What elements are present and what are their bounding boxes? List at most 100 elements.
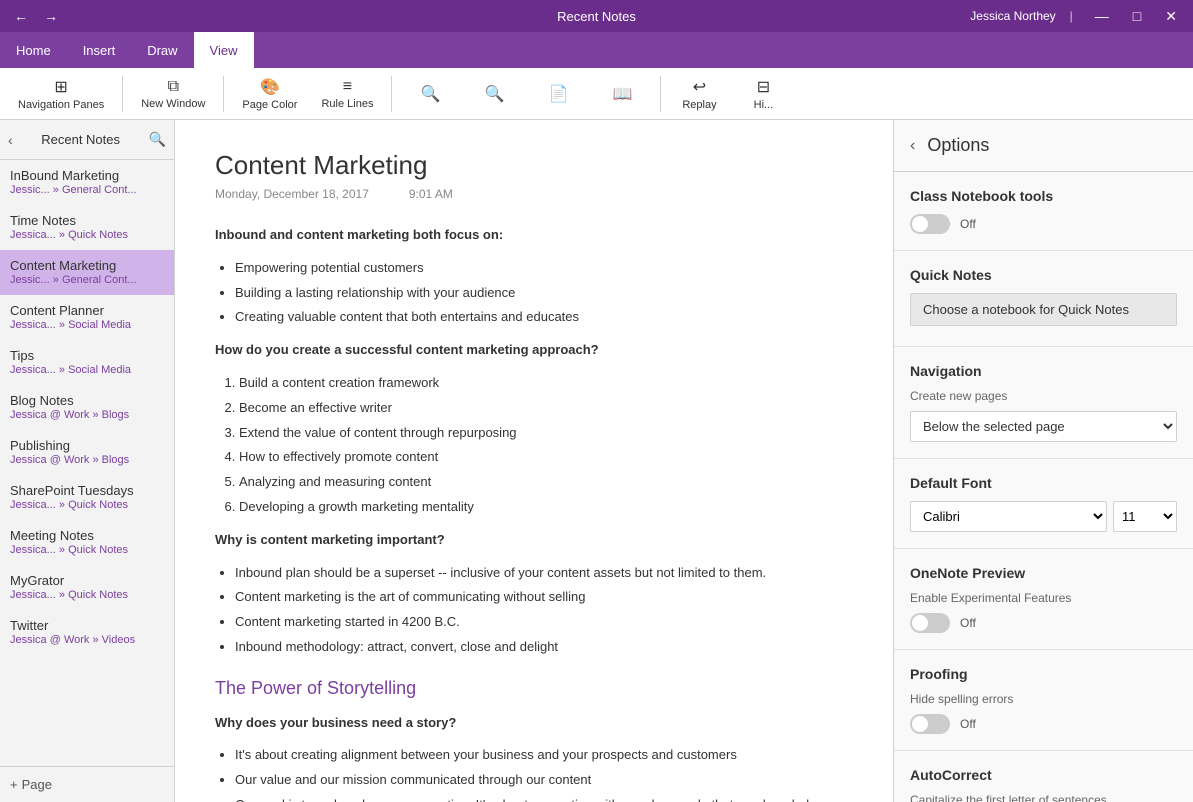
sidebar-item-title: Publishing — [10, 438, 164, 453]
rule-lines-label: Rule Lines — [321, 98, 373, 110]
sidebar-item-publishing[interactable]: Publishing Jessica @ Work » Blogs — [0, 430, 174, 475]
sidebar-item-title: Meeting Notes — [10, 528, 164, 543]
list-item: Become an effective writer — [239, 398, 853, 419]
zoom-in-button[interactable]: 🔍 — [464, 80, 524, 108]
sidebar-item-mygrator[interactable]: MyGrator Jessica... » Quick Notes — [0, 565, 174, 610]
font-row: Calibri Arial Times New Roman Segoe UI 8… — [910, 501, 1177, 532]
add-page-label: Page — [22, 777, 52, 792]
hide-button[interactable]: ⊟ Hi... — [733, 73, 793, 115]
sidebar-back-button[interactable]: ‹ — [8, 132, 13, 148]
page-color-label: Page Color — [242, 99, 297, 111]
options-panel: ‹ Options Class Notebook tools Off Quick… — [893, 120, 1193, 802]
minimize-button[interactable]: — — [1087, 6, 1117, 26]
toolbar-divider-1 — [122, 76, 123, 112]
sidebar-item-meeting-notes[interactable]: Meeting Notes Jessica... » Quick Notes — [0, 520, 174, 565]
default-font-title: Default Font — [910, 475, 1177, 491]
sidebar-item-path: Jessica... » Quick Notes — [10, 499, 164, 511]
note-body: Inbound and content marketing both focus… — [215, 225, 853, 802]
class-notebook-section: Class Notebook tools Off — [894, 172, 1193, 251]
options-back-button[interactable]: ‹ — [910, 137, 915, 155]
navigation-subtitle: Create new pages — [910, 389, 1177, 403]
sidebar-item-blog-notes[interactable]: Blog Notes Jessica @ Work » Blogs — [0, 385, 174, 430]
sidebar-item-path: Jessica... » Social Media — [10, 319, 164, 331]
page-meta: Monday, December 18, 2017 9:01 AM — [215, 187, 853, 201]
sidebar-item-content-planner[interactable]: Content Planner Jessica... » Social Medi… — [0, 295, 174, 340]
font-size-select[interactable]: 8 9 10 11 12 14 16 — [1113, 501, 1177, 532]
hide-label: Hi... — [754, 99, 774, 111]
onenote-preview-toggle-row: Off — [910, 613, 1177, 633]
proofing-toggle[interactable] — [910, 714, 950, 734]
onenote-preview-toggle-label: Off — [960, 616, 976, 630]
nav-panes-label: Navigation Panes — [18, 99, 104, 111]
options-header: ‹ Options — [894, 120, 1193, 172]
reading-view-button[interactable]: 📖 — [592, 80, 652, 108]
proofing-subtitle: Hide spelling errors — [910, 692, 1177, 706]
list-item: Developing a growth marketing mentality — [239, 497, 853, 518]
menu-draw[interactable]: Draw — [131, 32, 193, 68]
nav-panes-icon: ⊞ — [54, 77, 67, 97]
list-item: Our goal is to make a human connection. … — [235, 795, 853, 802]
menu-home[interactable]: Home — [0, 32, 67, 68]
sidebar-item-path: Jessica... » Quick Notes — [10, 589, 164, 601]
question1-bold: How do you create a successful content m… — [215, 342, 599, 357]
sidebar-item-tips[interactable]: Tips Jessica... » Social Media — [0, 340, 174, 385]
list-item: How to effectively promote content — [239, 447, 853, 468]
list-item: Building a lasting relationship with you… — [235, 283, 853, 304]
question-3: Why does your business need a story? — [215, 713, 853, 734]
autocorrect-title: AutoCorrect — [910, 767, 1177, 783]
sidebar-item-path: Jessic... » General Cont... — [10, 184, 164, 196]
toolbar-divider-3 — [391, 76, 392, 112]
sidebar-item-title: SharePoint Tuesdays — [10, 483, 164, 498]
page-color-button[interactable]: 🎨 Page Color — [232, 73, 307, 115]
new-window-button[interactable]: ⧉ New Window — [131, 74, 215, 114]
list-item: Empowering potential customers — [235, 258, 853, 279]
choose-notebook-button[interactable]: Choose a notebook for Quick Notes — [910, 293, 1177, 326]
title-bar: ← → Recent Notes Jessica Northey | — □ ✕ — [0, 0, 1193, 32]
sidebar-item-sharepoint[interactable]: SharePoint Tuesdays Jessica... » Quick N… — [0, 475, 174, 520]
content-area: Content Marketing Monday, December 18, 2… — [175, 120, 893, 802]
font-family-select[interactable]: Calibri Arial Times New Roman Segoe UI — [910, 501, 1107, 532]
hide-icon: ⊟ — [757, 77, 770, 97]
onenote-preview-title: OneNote Preview — [910, 565, 1177, 581]
new-window-icon: ⧉ — [168, 78, 179, 96]
sidebar-item-title: Time Notes — [10, 213, 164, 228]
class-notebook-toggle-row: Off — [910, 214, 1177, 234]
sidebar-search-button[interactable]: 🔍 — [149, 131, 166, 148]
question3-bold: Why does your business need a story? — [215, 715, 456, 730]
intro-bold: Inbound and content marketing both focus… — [215, 227, 503, 242]
title-bar-right: Jessica Northey | — □ ✕ — [970, 6, 1185, 27]
sidebar-item-path: Jessica... » Social Media — [10, 364, 164, 376]
sidebar-item-path: Jessica @ Work » Blogs — [10, 454, 164, 466]
replay-button[interactable]: ↩ Replay — [669, 73, 729, 115]
default-font-section: Default Font Calibri Arial Times New Rom… — [894, 459, 1193, 549]
sidebar-item-twitter[interactable]: Twitter Jessica @ Work » Videos — [0, 610, 174, 655]
proofing-title: Proofing — [910, 666, 1177, 682]
sidebar-item-title: InBound Marketing — [10, 168, 164, 183]
onenote-preview-toggle[interactable] — [910, 613, 950, 633]
toolbar-divider-4 — [660, 76, 661, 112]
class-notebook-toggle[interactable] — [910, 214, 950, 234]
close-button[interactable]: ✕ — [1157, 6, 1185, 27]
sidebar-item-content-marketing[interactable]: Content Marketing Jessic... » General Co… — [0, 250, 174, 295]
menu-insert[interactable]: Insert — [67, 32, 132, 68]
page-view-button[interactable]: 📄 — [528, 80, 588, 108]
sidebar-title: Recent Notes — [41, 132, 120, 147]
forward-button[interactable]: → — [38, 6, 64, 26]
class-notebook-toggle-label: Off — [960, 217, 976, 231]
navigation-panes-button[interactable]: ⊞ Navigation Panes — [8, 73, 114, 115]
back-button[interactable]: ← — [8, 6, 34, 26]
replay-icon: ↩ — [693, 77, 706, 97]
add-page-icon: + — [10, 777, 18, 792]
add-page-button[interactable]: + Page — [0, 766, 174, 802]
sidebar-item-time-notes[interactable]: Time Notes Jessica... » Quick Notes — [0, 205, 174, 250]
rule-lines-icon: ≡ — [343, 78, 352, 96]
navigation-dropdown[interactable]: Below the selected page At the end of se… — [910, 411, 1177, 442]
menu-view[interactable]: View — [194, 32, 254, 68]
zoom-out-button[interactable]: 🔍 — [400, 80, 460, 108]
sidebar-item-inbound[interactable]: InBound Marketing Jessic... » General Co… — [0, 160, 174, 205]
main-layout: ‹ Recent Notes 🔍 InBound Marketing Jessi… — [0, 120, 1193, 802]
rule-lines-button[interactable]: ≡ Rule Lines — [311, 74, 383, 114]
maximize-button[interactable]: □ — [1125, 6, 1149, 26]
page-date: Monday, December 18, 2017 — [215, 187, 369, 201]
sidebar-item-title: Twitter — [10, 618, 164, 633]
